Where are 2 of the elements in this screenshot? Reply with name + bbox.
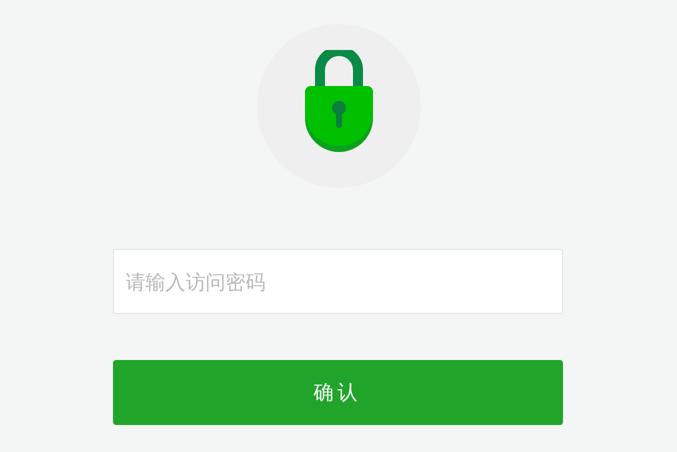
confirm-button[interactable]: 确认 xyxy=(112,360,562,425)
password-field[interactable]: 请输入访问密码 xyxy=(112,249,562,314)
